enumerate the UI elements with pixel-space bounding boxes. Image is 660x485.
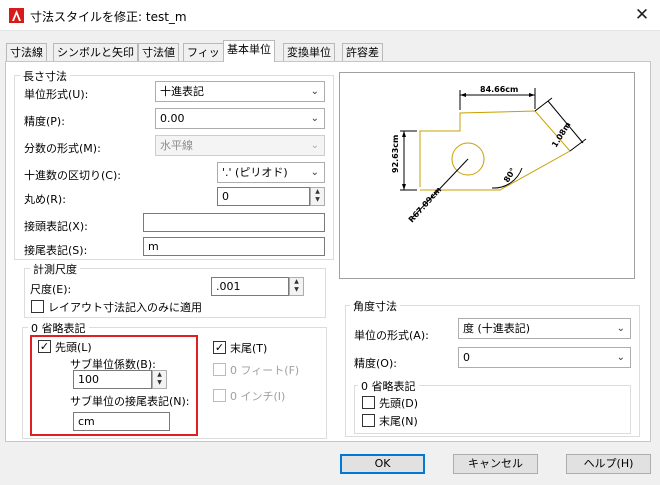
chevron-down-icon: ⌄ — [616, 352, 625, 363]
precision-value: 0.00 — [160, 112, 185, 125]
unit-format-value: 十進表記 — [160, 85, 204, 98]
autocad-logo-icon — [9, 8, 24, 23]
chevron-down-icon: ⌄ — [616, 323, 625, 334]
ok-button[interactable]: OK — [340, 454, 425, 474]
angular-units-label: 単位の形式(A): — [354, 329, 429, 342]
decimal-separator-label: 十進数の区切り(C): — [24, 169, 121, 182]
layout-only-label: レイアウト寸法記入のみに適用 — [48, 301, 202, 314]
angular-precision-select[interactable]: 0 ⌄ — [458, 347, 631, 368]
tab-tolerances[interactable]: 許容差 — [342, 43, 383, 62]
tab-text[interactable]: 寸法値 — [138, 43, 179, 62]
angular-trailing-label: 末尾(N) — [379, 415, 418, 428]
scale-factor-input[interactable]: .001 — [211, 277, 289, 296]
angular-units-value: 度 (十進表記) — [463, 322, 531, 335]
sub-unit-factor-input[interactable]: 100 — [73, 370, 152, 389]
scale-factor-spinner[interactable]: ▲ ▼ — [289, 277, 304, 296]
fraction-format-select: 水平線 ⌄ — [155, 135, 325, 156]
chevron-down-icon: ⌄ — [310, 86, 319, 97]
precision-label: 精度(P): — [24, 115, 65, 128]
sub-unit-suffix-input[interactable]: cm — [73, 412, 170, 431]
title-bar: 寸法スタイルを修正: test_m ✕ — [0, 0, 660, 31]
sub-unit-suffix-label: サブ単位の接尾表記(N): — [70, 395, 190, 408]
fraction-format-label: 分数の形式(M): — [24, 142, 101, 155]
preview-top-dim-label: 84.66cm — [480, 85, 518, 94]
trailing-zero-checkbox[interactable]: ✓ — [213, 341, 226, 354]
unit-format-select[interactable]: 十進表記 ⌄ — [155, 81, 325, 102]
linear-dimensions-title: 長さ寸法 — [20, 68, 70, 84]
roundoff-spinner[interactable]: ▲ ▼ — [310, 187, 325, 206]
precision-select[interactable]: 0.00 ⌄ — [155, 108, 325, 129]
unit-format-label: 単位形式(U): — [24, 88, 89, 101]
cancel-button[interactable]: キャンセル — [453, 454, 538, 474]
angular-units-select[interactable]: 度 (十進表記) ⌄ — [458, 318, 631, 339]
zero-suppression-title: 0 省略表記 — [28, 320, 89, 336]
roundoff-input[interactable]: 0 — [217, 187, 310, 206]
angular-leading-checkbox[interactable] — [362, 396, 375, 409]
prefix-input[interactable] — [143, 213, 325, 232]
close-icon[interactable]: ✕ — [630, 4, 654, 26]
suffix-label: 接尾表記(S): — [24, 244, 88, 257]
zero-feet-checkbox — [213, 363, 226, 376]
prefix-label: 接頭表記(X): — [24, 220, 88, 233]
tab-primary-units[interactable]: 基本単位 — [223, 40, 275, 62]
tab-symbols-arrows[interactable]: シンボルと矢印 — [53, 43, 138, 62]
chevron-down-icon: ⌄ — [310, 140, 319, 151]
fraction-format-value: 水平線 — [160, 139, 193, 152]
preview-radius-label: R67.09cm — [407, 185, 443, 224]
leading-zero-label: 先頭(L) — [55, 341, 92, 354]
preview-drawing: 84.66cm 92.63cm 1.08m 80° R67.09cm — [391, 85, 587, 224]
angular-trailing-checkbox[interactable] — [362, 414, 375, 427]
angular-precision-label: 精度(O): — [354, 357, 397, 370]
measurement-scale-title: 計測尺度 — [30, 261, 80, 277]
zero-inches-checkbox — [213, 389, 226, 402]
decimal-separator-select[interactable]: '.' (ピリオド) ⌄ — [217, 162, 325, 183]
chevron-down-icon: ⌄ — [310, 113, 319, 124]
window-title: 寸法スタイルを修正: test_m — [30, 10, 187, 24]
tab-alternate-units[interactable]: 変換単位 — [283, 43, 335, 62]
preview-right-dim-label: 1.08m — [550, 120, 573, 149]
angular-zero-suppression-title: 0 省略表記 — [358, 378, 419, 394]
tab-bar: 寸法線 シンボルと矢印 寸法値 フィット 基本単位 変換単位 許容差 — [0, 40, 660, 62]
tab-dimension-lines[interactable]: 寸法線 — [6, 43, 47, 62]
angular-precision-value: 0 — [463, 351, 470, 364]
roundoff-label: 丸め(R): — [24, 193, 66, 206]
sub-unit-factor-spinner[interactable]: ▲ ▼ — [152, 370, 167, 389]
scale-factor-label: 尺度(E): — [30, 283, 72, 296]
angular-dimensions-title: 角度寸法 — [350, 298, 400, 314]
help-button[interactable]: ヘルプ(H) — [566, 454, 651, 474]
angular-leading-label: 先頭(D) — [379, 397, 419, 410]
zero-feet-label: 0 フィート(F) — [230, 364, 300, 377]
decimal-separator-value: '.' (ピリオド) — [222, 166, 288, 179]
suffix-input[interactable]: m — [143, 237, 325, 256]
preview-left-dim-label: 92.63cm — [391, 135, 400, 173]
dimension-preview: 84.66cm 92.63cm 1.08m 80° R67.09cm — [339, 72, 635, 279]
layout-only-checkbox[interactable] — [31, 300, 44, 313]
zero-inches-label: 0 インチ(I) — [230, 390, 286, 403]
leading-zero-checkbox[interactable]: ✓ — [38, 340, 51, 353]
chevron-down-icon: ⌄ — [310, 167, 319, 178]
trailing-zero-label: 末尾(T) — [230, 342, 268, 355]
